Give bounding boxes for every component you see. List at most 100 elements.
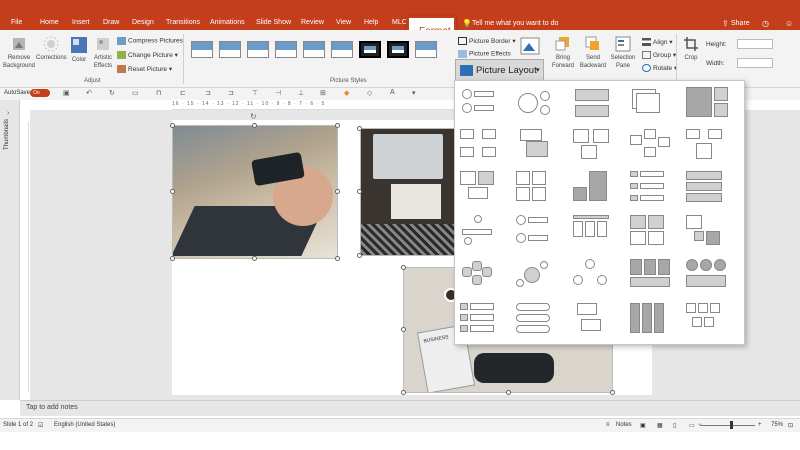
resize-handle[interactable] (335, 256, 340, 261)
layout-option-3[interactable] (573, 87, 617, 123)
compress-pictures-button[interactable]: Compress Pictures (117, 37, 183, 45)
layout-option-27[interactable] (516, 303, 560, 339)
layout-option-21[interactable] (460, 259, 504, 295)
save-icon[interactable]: ▣ (63, 89, 70, 97)
layout-option-14[interactable] (630, 171, 674, 207)
picture-style-7[interactable] (359, 41, 381, 58)
tab-transitions[interactable]: Transitions (166, 19, 200, 26)
layout-option-22[interactable] (516, 259, 560, 295)
crop-button[interactable]: Crop (681, 36, 701, 62)
layout-option-23[interactable] (573, 259, 617, 295)
share-button[interactable]: Share (731, 20, 750, 27)
undo-icon[interactable]: ↶ (86, 89, 92, 97)
paint-bucket-icon[interactable]: ◆ (344, 89, 349, 97)
layout-option-7[interactable] (516, 129, 560, 165)
align-button[interactable]: Align ▾ (642, 38, 673, 47)
layout-option-29[interactable] (630, 303, 674, 339)
accessibility-icon[interactable]: ☑ (38, 422, 43, 429)
resize-handle[interactable] (401, 327, 406, 332)
smiley-icon[interactable]: ☺ (785, 19, 793, 28)
start-from-beginning-icon[interactable]: ▭ (132, 89, 139, 97)
change-picture-button[interactable]: Change Picture ▾ (117, 51, 178, 60)
artistic-effects-button[interactable]: Artistic Effects (90, 36, 116, 70)
layout-option-9[interactable] (630, 129, 674, 165)
picture-laptop-phone[interactable] (172, 125, 338, 259)
remove-background-button[interactable]: Remove Background (2, 36, 36, 70)
layout-option-17[interactable] (516, 215, 560, 251)
layout-option-20[interactable] (686, 215, 730, 251)
rotate-handle-icon[interactable]: ↻ (250, 112, 257, 121)
slideshow-icon[interactable]: ▭ (689, 422, 695, 429)
layout-option-12[interactable] (516, 171, 560, 207)
fit-to-window-icon[interactable]: ⊡ (788, 422, 793, 429)
corrections-button[interactable]: Corrections (36, 36, 67, 62)
shape-outline-icon[interactable]: ◇ (367, 89, 372, 97)
comments-icon[interactable]: ◷ (762, 19, 769, 28)
layout-option-6[interactable] (460, 129, 504, 165)
zoom-in-icon[interactable]: + (758, 422, 762, 428)
align-center-icon[interactable]: ⊐ (205, 89, 211, 97)
layout-option-28[interactable] (573, 303, 617, 339)
resize-handle[interactable] (252, 256, 257, 261)
normal-view-icon[interactable]: ▣ (640, 422, 646, 429)
picture-border-button[interactable]: Picture Border ▾ (458, 37, 516, 46)
notes-toggle[interactable]: Notes (616, 422, 632, 428)
resize-handle[interactable] (252, 123, 257, 128)
tab-file[interactable]: File (11, 19, 22, 26)
layout-option-19[interactable] (630, 215, 674, 251)
width-input[interactable] (737, 58, 773, 68)
resize-handle[interactable] (357, 126, 362, 131)
resize-handle[interactable] (170, 256, 175, 261)
resize-handle[interactable] (335, 123, 340, 128)
align-bottom-icon[interactable]: ⊥ (298, 89, 304, 97)
resize-handle[interactable] (610, 390, 615, 395)
picture-style-3[interactable] (247, 41, 269, 58)
tell-me-search[interactable]: Tell me what you want to do (472, 20, 558, 27)
layout-option-8[interactable] (573, 129, 617, 165)
redo-icon[interactable]: ↻ (109, 89, 115, 97)
format-painter-icon[interactable]: ⊓ (156, 89, 161, 97)
resize-handle[interactable] (170, 123, 175, 128)
rotate-button[interactable]: Rotate ▾ (642, 64, 677, 73)
tab-view[interactable]: View (336, 19, 351, 26)
picture-style-5[interactable] (303, 41, 325, 58)
alt-text-icon[interactable] (520, 37, 540, 55)
tab-slide-show[interactable]: Slide Show (256, 19, 291, 26)
reset-picture-button[interactable]: Reset Picture ▾ (117, 65, 172, 74)
bring-forward-button[interactable]: Bring Forward (550, 36, 576, 70)
language-status[interactable]: English (United States) (54, 422, 115, 428)
tab-home[interactable]: Home (40, 19, 59, 26)
layout-option-24[interactable] (630, 259, 674, 295)
group-button[interactable]: Group ▾ (642, 51, 676, 60)
align-left-icon[interactable]: ⊏ (180, 89, 186, 97)
layout-option-2[interactable] (516, 87, 560, 123)
qat-more-icon[interactable]: ▾ (412, 89, 416, 97)
send-backward-button[interactable]: Send Backward (578, 36, 608, 70)
expand-thumbnails-icon[interactable]: › (7, 110, 9, 117)
layout-option-16[interactable] (460, 215, 504, 251)
reading-view-icon[interactable]: ▯ (673, 422, 676, 429)
slide-sorter-icon[interactable]: ▦ (657, 422, 663, 429)
resize-handle[interactable] (401, 390, 406, 395)
tab-design[interactable]: Design (132, 19, 154, 26)
text-color-icon[interactable]: A (390, 89, 395, 96)
picture-style-9[interactable] (415, 41, 437, 58)
resize-handle[interactable] (170, 189, 175, 194)
tab-draw[interactable]: Draw (103, 19, 119, 26)
distribute-icon[interactable]: ⊞ (320, 89, 326, 97)
resize-handle[interactable] (357, 253, 362, 258)
picture-style-6[interactable] (331, 41, 353, 58)
height-input[interactable] (737, 39, 773, 49)
layout-option-25[interactable] (686, 259, 730, 295)
align-middle-icon[interactable]: ⊣ (275, 89, 281, 97)
layout-option-13[interactable] (573, 171, 617, 207)
picture-style-1[interactable] (191, 41, 213, 58)
notes-input[interactable]: Tap to add notes (26, 404, 78, 411)
tab-animations[interactable]: Animations (210, 19, 245, 26)
layout-option-15[interactable] (686, 171, 730, 207)
picture-overhead-laptop[interactable] (360, 128, 455, 256)
autosave-toggle[interactable]: On (30, 89, 50, 97)
align-right-icon[interactable]: ⊐ (228, 89, 234, 97)
layout-option-11[interactable] (460, 171, 504, 207)
resize-handle[interactable] (506, 390, 511, 395)
